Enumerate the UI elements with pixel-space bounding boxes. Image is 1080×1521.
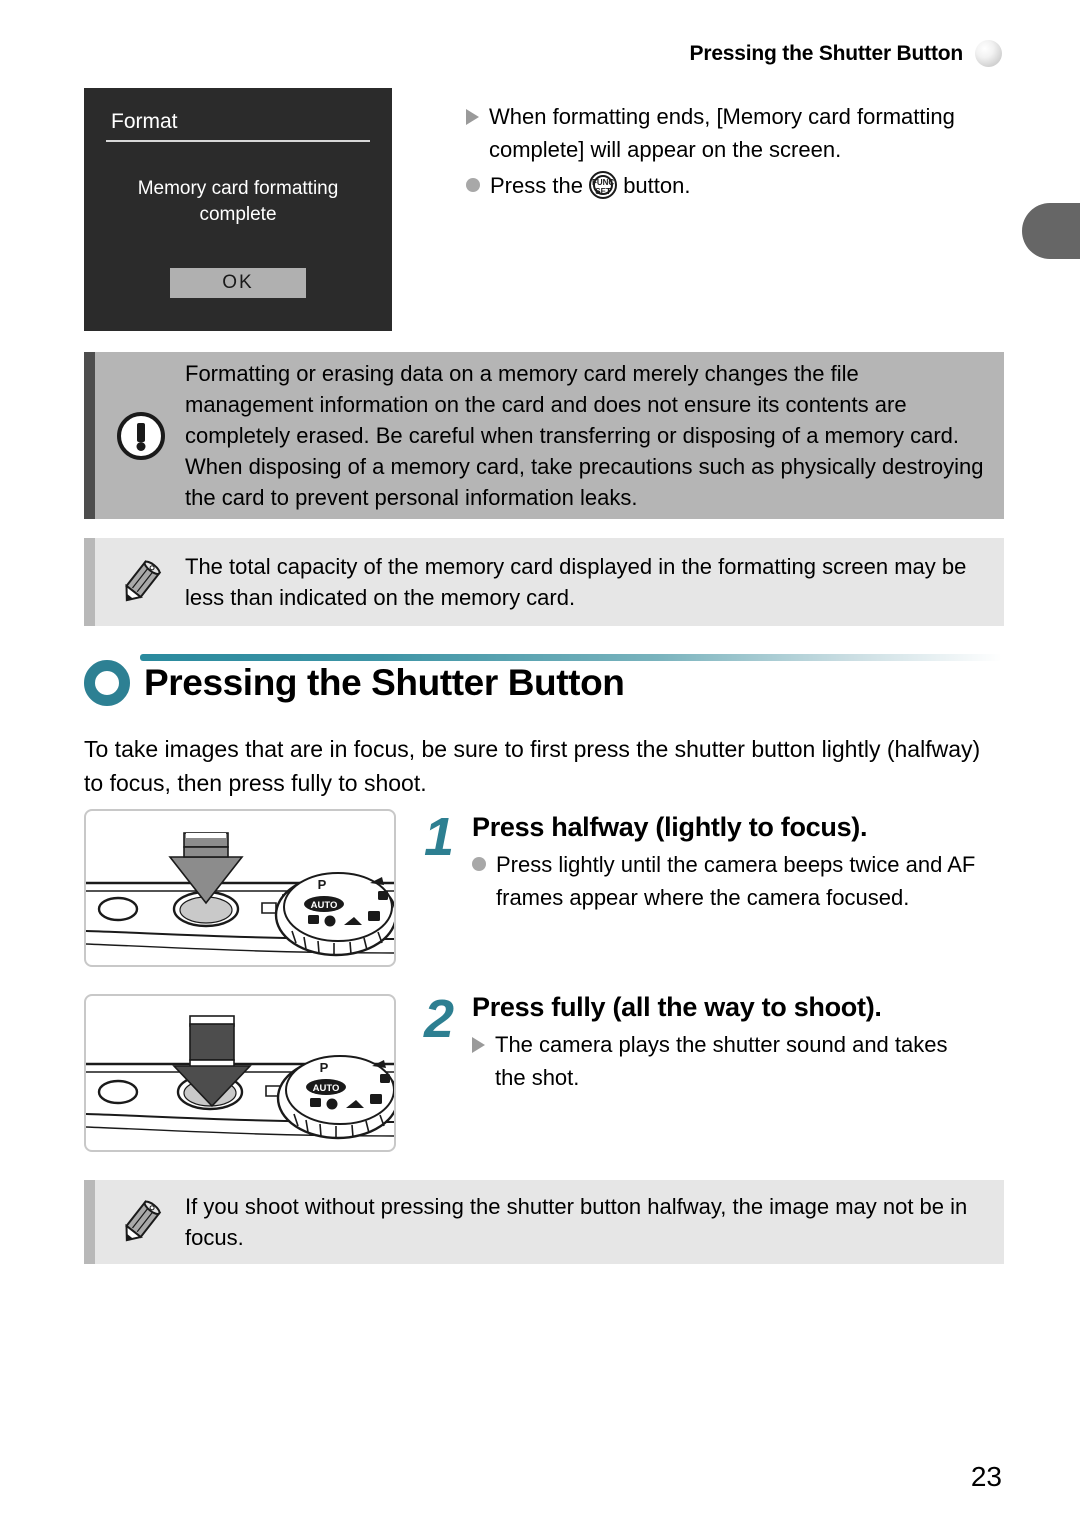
page-number: 23: [970, 1461, 1002, 1492]
format-action-text-before: Press the: [490, 172, 583, 198]
camera-lcd-figure: Format Memory card formatting complete O…: [84, 88, 392, 331]
sphere-icon: [975, 40, 1002, 67]
step-number-1: 1: [424, 807, 455, 867]
exclamation-icon: [103, 411, 179, 460]
dot-bullet-icon: [472, 857, 486, 871]
triangle-bullet-icon: [466, 109, 479, 125]
format-result-line: When formatting ends, [Memory card forma…: [466, 100, 966, 167]
warning-callout-bar: [84, 352, 95, 519]
camera-figure-halfway-press: AUTO P: [84, 809, 396, 967]
running-header: Pressing the Shutter Button: [690, 40, 1002, 67]
chapter-index-tab: [1022, 203, 1080, 259]
dot-bullet-icon: [466, 177, 480, 192]
lcd-message-line1: Memory card formatting: [137, 178, 339, 199]
section-intro-text: To take images that are in focus, be sur…: [84, 736, 981, 796]
step-number-2: 2: [424, 989, 455, 1049]
func-set-icon: FUNC SET: [589, 170, 618, 199]
lcd-message-line2: complete: [199, 203, 277, 225]
note-callout-bottom-text: If you shoot without pressing the shutte…: [185, 1193, 968, 1250]
lcd-title: Format: [111, 110, 178, 133]
pencil-icon: [103, 558, 179, 606]
step-title-1: Press halfway (lightly to focus).: [472, 812, 868, 842]
warning-callout: Formatting or erasing data on a memory c…: [84, 352, 1004, 519]
note-callout-top-body: The total capacity of the memory card di…: [95, 538, 1004, 626]
note-callout-bottom: If you shoot without pressing the shutte…: [84, 1180, 1004, 1264]
format-result-text: When formatting ends, [Memory card forma…: [489, 104, 955, 163]
warning-callout-text: Formatting or erasing data on a memory c…: [185, 360, 984, 511]
svg-text:P: P: [320, 1060, 329, 1075]
warning-callout-body: Formatting or erasing data on a memory c…: [95, 352, 1004, 519]
svg-text:P: P: [318, 877, 327, 892]
lcd-ok-button[interactable]: OK: [170, 268, 306, 298]
step-body-2-text: The camera plays the shutter sound and t…: [495, 1032, 948, 1091]
func-set-icon-top: FUNC: [591, 177, 615, 187]
running-header-title: Pressing the Shutter Button: [689, 41, 964, 65]
svg-text:AUTO: AUTO: [313, 1083, 340, 1094]
svg-text:AUTO: AUTO: [311, 900, 338, 911]
note-callout-top-bar: [84, 538, 95, 626]
step-body-2-line: The camera plays the shutter sound and t…: [472, 1028, 982, 1095]
step-body-1-text: Press lightly until the camera beeps twi…: [496, 852, 976, 911]
format-action-text-after: button.: [623, 172, 691, 198]
format-action-line: Press the FUNC SET button.: [466, 169, 966, 202]
format-instructions: When formatting ends, [Memory card forma…: [466, 100, 966, 202]
note-callout-bottom-bar: [84, 1180, 95, 1264]
pencil-icon: [103, 1198, 179, 1246]
lcd-divider: [106, 140, 370, 142]
page-title: Pressing the Shutter Button: [144, 662, 625, 703]
lcd-message: Memory card formatting complete: [102, 176, 374, 227]
note-callout-top: The total capacity of the memory card di…: [84, 538, 1004, 626]
step-body-1-line: Press lightly until the camera beeps twi…: [472, 848, 982, 915]
camera-figure-full-press: AUTO P: [84, 994, 396, 1152]
format-action-text: Press the FUNC SET button.: [490, 169, 966, 202]
ring-icon: [84, 660, 130, 706]
note-callout-bottom-body: If you shoot without pressing the shutte…: [95, 1180, 1004, 1264]
note-callout-top-text: The total capacity of the memory card di…: [185, 553, 967, 610]
section-heading: Pressing the Shutter Button: [84, 660, 625, 706]
func-set-icon-bottom: SET: [595, 186, 611, 196]
triangle-bullet-icon: [472, 1037, 485, 1053]
step-body-1: Press lightly until the camera beeps twi…: [472, 848, 982, 915]
step-title-2: Press fully (all the way to shoot).: [472, 992, 882, 1022]
step-body-2: The camera plays the shutter sound and t…: [472, 1028, 982, 1095]
